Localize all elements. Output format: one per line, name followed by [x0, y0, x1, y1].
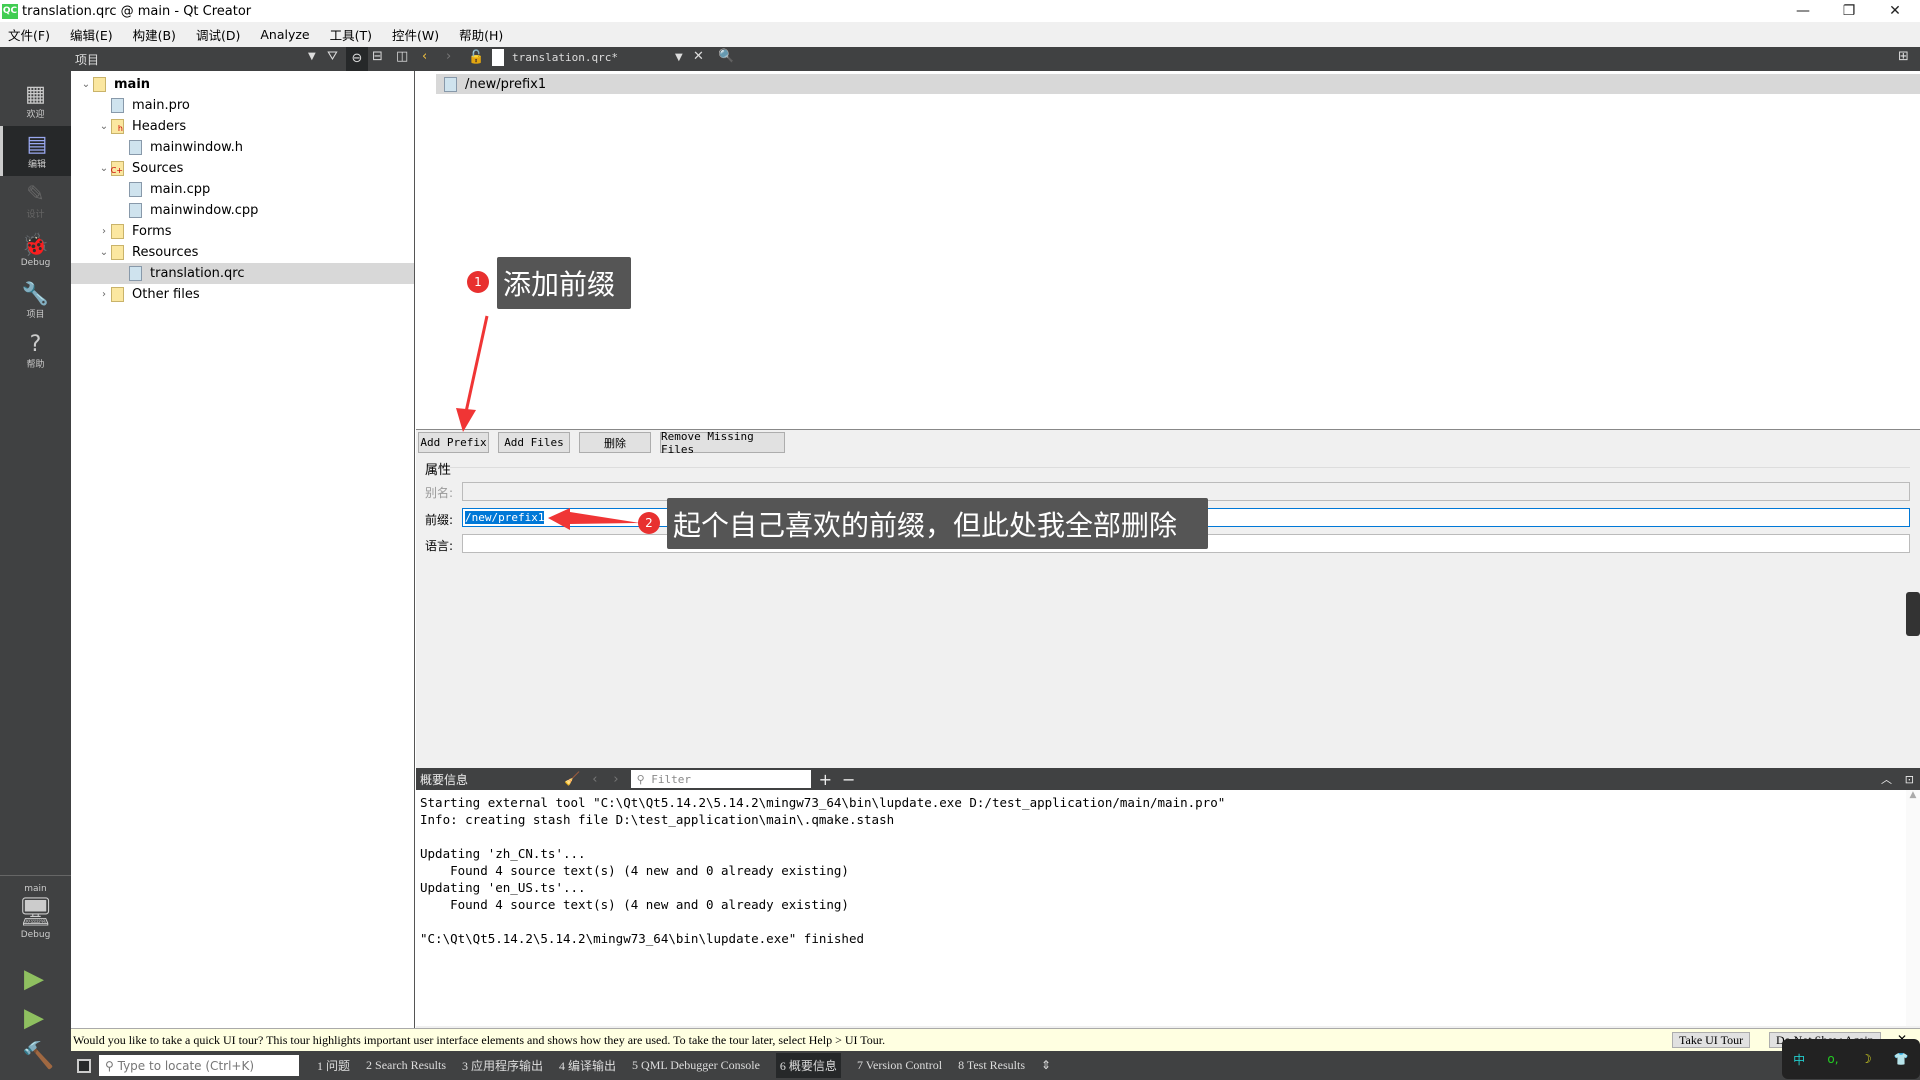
- ui-tour-bar: Would you like to take a quick UI tour? …: [71, 1028, 1920, 1051]
- tab-test-results[interactable]: 8 Test Results: [958, 1058, 1025, 1073]
- search-icon: ⚲: [636, 772, 652, 786]
- annotation-callout-1: 添加前缀: [497, 257, 631, 309]
- arrow-1: [464, 315, 489, 413]
- tab-version-control[interactable]: 7 Version Control: [857, 1058, 942, 1073]
- maximize-pane-icon[interactable]: ︿: [1881, 771, 1892, 787]
- filter-input[interactable]: ⚲ Filter: [630, 770, 811, 788]
- tab-general-messages[interactable]: 6 概要信息: [775, 1053, 841, 1078]
- clear-icon[interactable]: 🧹: [564, 772, 580, 787]
- tab-search-results[interactable]: 2 Search Results: [366, 1058, 446, 1073]
- ime-toolbar: 中 o, ☽ 👕: [1782, 1039, 1920, 1079]
- arrow-1-head: [456, 408, 476, 432]
- annotation-number-1: 1: [467, 271, 489, 293]
- output-pane-header: 概要信息 🧹 ‹ › ⚲ Filter + − ︿ ⊡: [416, 768, 1920, 790]
- output-pane-title: 概要信息: [420, 772, 469, 787]
- output-text: Starting external tool "C:\Qt\Qt5.14.2\5…: [416, 790, 1906, 1026]
- ime-chinese-button[interactable]: 中: [1793, 1051, 1805, 1068]
- status-bar: ⚲ Type to locate (Ctrl+K) 1 问题 2 Search …: [71, 1039, 1920, 1080]
- take-ui-tour-button[interactable]: Take UI Tour: [1672, 1032, 1751, 1048]
- arrow-2: [548, 508, 640, 530]
- next-icon[interactable]: ›: [613, 772, 618, 787]
- prev-icon[interactable]: ‹: [592, 772, 597, 787]
- output-scrollbar[interactable]: ▲: [1906, 790, 1920, 1026]
- search-icon: ⚲: [105, 1058, 118, 1073]
- tab-issues[interactable]: 1 问题: [317, 1057, 350, 1074]
- ime-punctuation-button[interactable]: o,: [1827, 1052, 1838, 1066]
- ime-skin-button[interactable]: 👕: [1894, 1052, 1909, 1066]
- more-tabs-icon[interactable]: ⇕: [1041, 1058, 1051, 1073]
- zoom-in-icon[interactable]: +: [819, 770, 832, 789]
- annotation-callout-2: 起个自己喜欢的前缀，但此处我全部删除: [667, 498, 1208, 549]
- close-pane-icon[interactable]: ⊡: [1905, 773, 1914, 786]
- tab-compile-output[interactable]: 4 编译输出: [559, 1057, 616, 1074]
- toggle-sidebar-icon[interactable]: [77, 1058, 91, 1073]
- tab-application-output[interactable]: 3 应用程序输出: [462, 1057, 543, 1074]
- ime-moon-button[interactable]: ☽: [1861, 1052, 1872, 1066]
- annotation-number-2: 2: [638, 512, 660, 534]
- tour-message: Would you like to take a quick UI tour? …: [73, 1032, 886, 1047]
- tab-qml-debugger-console[interactable]: 5 QML Debugger Console: [632, 1058, 760, 1073]
- locator-input[interactable]: ⚲ Type to locate (Ctrl+K): [99, 1055, 299, 1076]
- zoom-out-icon[interactable]: −: [842, 770, 855, 789]
